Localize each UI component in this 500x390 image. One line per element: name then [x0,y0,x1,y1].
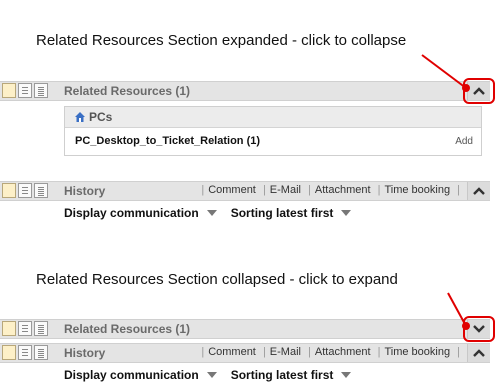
callout-arrow-collapse [421,54,467,89]
callout-arrows [421,54,470,330]
callout-dot-expand [462,322,470,330]
callout-arrow-expand [447,292,467,327]
callout-dot-collapse [462,84,470,92]
